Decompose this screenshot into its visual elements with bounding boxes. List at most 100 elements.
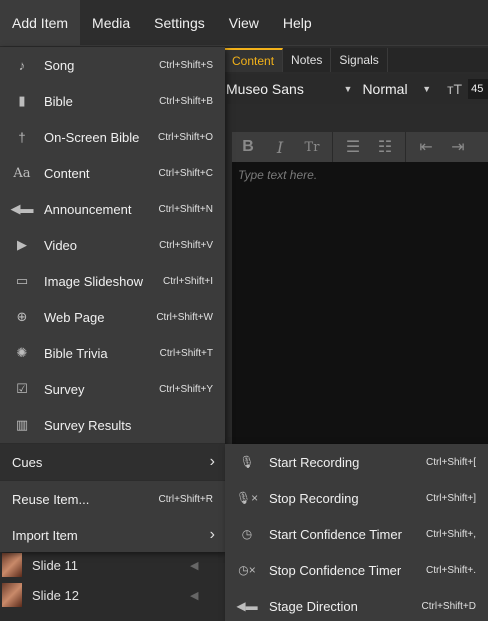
- menu-settings[interactable]: Settings: [142, 0, 217, 46]
- trivia-wheel-icon: ✺: [16, 345, 28, 360]
- shortcut-label: Ctrl+Shift+I: [162, 275, 213, 287]
- menu-item-on-screen-bible[interactable]: † On-Screen Bible Ctrl+Shift+O: [0, 119, 225, 155]
- chevron-down-icon[interactable]: ▼: [422, 84, 431, 94]
- menu-item-image-slideshow[interactable]: ▭ Image Slideshow Ctrl+Shift+I: [0, 263, 225, 299]
- text-aa-icon: Aa: [13, 165, 31, 181]
- menu-item-label: Stop Recording: [269, 490, 359, 506]
- menu-item-video[interactable]: ▶ Video Ctrl+Shift+V: [0, 227, 225, 263]
- speaker-icon: ◀: [190, 559, 199, 572]
- menu-item-label: Web Page: [44, 309, 105, 325]
- tab-content[interactable]: Content: [224, 48, 284, 72]
- italic-icon[interactable]: I: [264, 138, 296, 157]
- microphone-icon: 🎙: [239, 455, 255, 469]
- menubar: Add Item Media Settings View Help: [0, 0, 488, 46]
- microphone-stop-icon: 🎙×: [235, 491, 259, 505]
- menu-item-survey[interactable]: ☑ Survey Ctrl+Shift+Y: [0, 371, 225, 407]
- shortcut-label: Ctrl+Shift+]: [425, 492, 476, 504]
- chevron-right-icon: ›: [209, 526, 215, 543]
- menu-item-bible-trivia[interactable]: ✺ Bible Trivia Ctrl+Shift+T: [0, 335, 225, 371]
- play-circle-icon: ▶: [17, 237, 27, 252]
- bold-icon[interactable]: B: [232, 138, 264, 156]
- text-placeholder: Type text here.: [238, 168, 318, 182]
- bullet-list-icon[interactable]: ☰: [337, 137, 369, 157]
- menu-item-label: Survey: [44, 381, 85, 397]
- shortcut-label: Ctrl+Shift+V: [159, 239, 213, 251]
- format-toolbar: B I Tr ☰ ☷ ⇤ ⇥: [232, 132, 488, 162]
- cross-icon: †: [18, 129, 26, 145]
- chevron-right-icon: ›: [209, 453, 215, 470]
- font-size-input[interactable]: 45: [468, 79, 488, 99]
- menu-help[interactable]: Help: [271, 0, 324, 46]
- menu-item-start-recording[interactable]: 🎙 Start Recording Ctrl+Shift+[: [225, 444, 488, 480]
- menu-item-label: Video: [44, 237, 78, 253]
- divider: [332, 132, 333, 162]
- menu-item-start-confidence-timer[interactable]: ◷ Start Confidence Timer Ctrl+Shift+,: [225, 516, 488, 552]
- menu-item-stop-confidence-timer[interactable]: ◷× Stop Confidence Timer Ctrl+Shift+.: [225, 552, 488, 588]
- megaphone-icon: ◀▬: [10, 201, 34, 216]
- menu-item-bible[interactable]: ▮ Bible Ctrl+Shift+B: [0, 83, 225, 119]
- menu-item-announcement[interactable]: ◀▬ Announcement Ctrl+Shift+N: [0, 191, 225, 227]
- editor-tabs: Content Notes Signals: [224, 48, 488, 72]
- menu-item-web-page[interactable]: ⊕ Web Page Ctrl+Shift+W: [0, 299, 225, 335]
- shortcut-label: Ctrl+Shift+[: [425, 456, 476, 468]
- indent-icon[interactable]: ⇥: [442, 137, 474, 157]
- font-family-select[interactable]: Museo Sans: [224, 81, 344, 97]
- menu-item-label: Survey Results: [44, 417, 132, 433]
- list-item[interactable]: Slide 11 ◀: [0, 550, 224, 580]
- slide-label: Slide 12: [32, 587, 79, 603]
- menu-item-label: Content: [44, 165, 90, 181]
- shortcut-label: Ctrl+Shift+D: [421, 600, 476, 612]
- text-transform-icon[interactable]: Tr: [296, 140, 328, 155]
- menu-item-label: On-Screen Bible: [44, 129, 140, 145]
- slide-label: Slide 11: [32, 557, 79, 573]
- clock-icon: ◷: [241, 527, 253, 541]
- menu-item-label: Reuse Item...: [12, 491, 90, 507]
- menu-item-label: Song: [44, 57, 75, 73]
- menu-item-reuse[interactable]: Reuse Item... Ctrl+Shift+R: [0, 481, 225, 517]
- checkbox-icon: ☑: [16, 381, 28, 396]
- menu-item-song[interactable]: ♪ Song Ctrl+Shift+S: [0, 47, 225, 83]
- shortcut-label: Ctrl+Shift+O: [157, 131, 213, 143]
- image-stack-icon: ▭: [15, 273, 29, 288]
- font-toolbar: Museo Sans ▼ Normal ▼ ᴛT 45: [224, 74, 488, 104]
- megaphone-icon: ◀▬: [236, 599, 258, 613]
- globe-icon: ⊕: [16, 309, 28, 324]
- tab-notes[interactable]: Notes: [283, 48, 332, 72]
- numbered-list-icon[interactable]: ☷: [369, 137, 401, 157]
- shortcut-label: Ctrl+Shift+B: [159, 95, 213, 107]
- menu-item-content[interactable]: Aa Content Ctrl+Shift+C: [0, 155, 225, 191]
- shortcut-label: Ctrl+Shift+T: [159, 347, 213, 359]
- shortcut-label: Ctrl+Shift+,: [425, 528, 476, 540]
- shortcut-label: Ctrl+Shift+Y: [159, 383, 213, 395]
- font-size-icon: ᴛT: [447, 81, 463, 97]
- outdent-icon[interactable]: ⇤: [410, 137, 442, 157]
- text-editor[interactable]: Type text here.: [232, 162, 488, 462]
- music-note-icon: ♪: [18, 57, 26, 73]
- menu-item-label: Announcement: [44, 201, 132, 217]
- menu-item-stage-direction[interactable]: ◀▬ Stage Direction Ctrl+Shift+D: [225, 588, 488, 621]
- shortcut-label: Ctrl+Shift+N: [158, 203, 213, 215]
- menu-item-cues[interactable]: Cues ›: [0, 444, 225, 480]
- menu-view[interactable]: View: [217, 0, 271, 46]
- add-item-menu: ♪ Song Ctrl+Shift+S ▮ Bible Ctrl+Shift+B…: [0, 47, 225, 552]
- menu-add-item[interactable]: Add Item: [0, 0, 81, 46]
- clock-stop-icon: ◷×: [238, 563, 256, 577]
- menu-item-label: Image Slideshow: [44, 273, 143, 289]
- menu-item-import[interactable]: Import Item ›: [0, 517, 225, 553]
- menu-item-survey-results[interactable]: ▥ Survey Results: [0, 407, 225, 443]
- font-weight-select[interactable]: Normal: [362, 81, 422, 97]
- menu-item-label: Start Confidence Timer: [269, 526, 402, 542]
- slide-thumbnail: [2, 553, 22, 577]
- menu-item-label: Stop Confidence Timer: [269, 562, 402, 578]
- list-item[interactable]: Slide 12 ◀: [0, 580, 224, 610]
- menu-item-label: Bible: [44, 93, 73, 109]
- slide-thumbnail: [2, 583, 22, 607]
- chevron-down-icon[interactable]: ▼: [344, 84, 353, 94]
- bar-chart-icon: ▥: [15, 417, 29, 432]
- tab-signals[interactable]: Signals: [331, 48, 388, 72]
- slide-list: Slide 11 ◀ Slide 12 ◀: [0, 550, 224, 621]
- menu-media[interactable]: Media: [80, 0, 142, 46]
- shortcut-label: Ctrl+Shift+.: [425, 564, 476, 576]
- menu-item-label: Cues: [12, 454, 43, 470]
- menu-item-stop-recording[interactable]: 🎙× Stop Recording Ctrl+Shift+]: [225, 480, 488, 516]
